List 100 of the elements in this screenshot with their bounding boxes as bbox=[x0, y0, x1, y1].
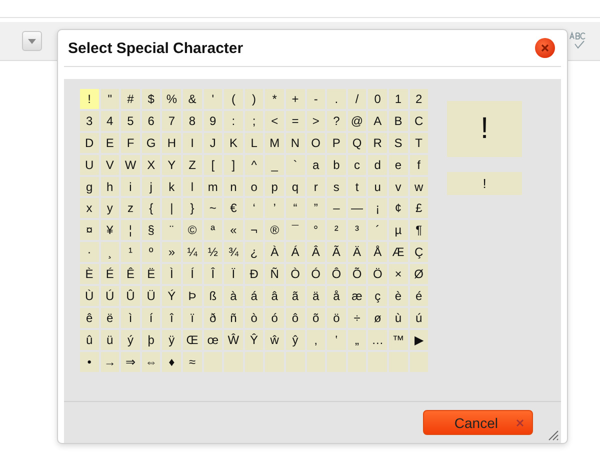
character-cell[interactable]: O bbox=[306, 132, 326, 153]
character-cell[interactable]: 7 bbox=[162, 110, 181, 131]
character-cell[interactable]: u bbox=[368, 176, 387, 196]
character-cell[interactable]: ! bbox=[80, 89, 99, 109]
character-cell[interactable]: + bbox=[286, 89, 305, 109]
character-cell[interactable]: w bbox=[410, 176, 428, 196]
character-cell[interactable]: T bbox=[410, 132, 428, 153]
character-cell[interactable]: ¼ bbox=[182, 242, 202, 262]
character-cell[interactable]: „ bbox=[348, 330, 366, 350]
character-cell[interactable]: « bbox=[224, 220, 243, 240]
character-cell[interactable]: Å bbox=[368, 242, 387, 262]
character-cell[interactable]: b bbox=[327, 154, 346, 175]
character-cell[interactable]: ó bbox=[265, 308, 284, 328]
character-cell[interactable]: Ŷ bbox=[244, 330, 264, 350]
character-cell[interactable]: Ŵ bbox=[224, 330, 243, 350]
character-cell[interactable]: ² bbox=[327, 220, 346, 240]
character-cell[interactable]: j bbox=[142, 176, 160, 196]
character-cell[interactable]: Ú bbox=[100, 286, 120, 306]
character-cell[interactable]: * bbox=[265, 89, 284, 109]
character-cell[interactable]: g bbox=[80, 176, 99, 196]
character-cell[interactable]: µ bbox=[388, 220, 408, 240]
character-cell[interactable]: î bbox=[162, 308, 181, 328]
character-cell[interactable]: ý bbox=[121, 330, 140, 350]
character-cell[interactable]: 2 bbox=[410, 89, 428, 109]
character-cell[interactable]: c bbox=[348, 154, 366, 175]
character-cell[interactable]: Â bbox=[306, 242, 326, 262]
character-cell[interactable]: ` bbox=[286, 154, 305, 175]
character-cell[interactable]: ¹ bbox=[121, 242, 140, 262]
character-cell[interactable]: û bbox=[80, 330, 99, 350]
character-cell[interactable]: ò bbox=[244, 308, 264, 328]
character-cell[interactable]: ø bbox=[368, 308, 387, 328]
character-cell[interactable]: } bbox=[182, 198, 202, 218]
character-cell[interactable]: — bbox=[348, 198, 366, 218]
character-cell[interactable]: … bbox=[368, 330, 387, 350]
character-cell[interactable]: Ë bbox=[142, 264, 160, 284]
character-cell[interactable]: ŵ bbox=[265, 330, 284, 350]
character-cell[interactable]: – bbox=[327, 198, 346, 218]
character-cell[interactable]: ¢ bbox=[388, 198, 408, 218]
character-cell[interactable]: Ó bbox=[306, 264, 326, 284]
character-cell[interactable]: 8 bbox=[182, 110, 202, 131]
character-cell[interactable]: Œ bbox=[182, 330, 202, 350]
character-cell[interactable]: z bbox=[121, 198, 140, 218]
character-cell[interactable]: ¾ bbox=[224, 242, 243, 262]
character-cell[interactable]: ½ bbox=[204, 242, 222, 262]
character-cell[interactable]: Þ bbox=[182, 286, 202, 306]
character-cell[interactable]: [ bbox=[204, 154, 222, 175]
character-cell[interactable]: ” bbox=[306, 198, 326, 218]
character-cell[interactable]: “ bbox=[286, 198, 305, 218]
character-cell[interactable]: P bbox=[327, 132, 346, 153]
character-cell[interactable]: è bbox=[388, 286, 408, 306]
character-cell[interactable]: V bbox=[100, 154, 120, 175]
character-cell[interactable]: Ò bbox=[286, 264, 305, 284]
character-cell[interactable]: - bbox=[306, 89, 326, 109]
character-cell[interactable]: R bbox=[368, 132, 387, 153]
character-cell[interactable]: ¦ bbox=[121, 220, 140, 240]
character-cell[interactable]: 3 bbox=[80, 110, 99, 131]
character-cell[interactable]: § bbox=[142, 220, 160, 240]
character-cell[interactable]: 4 bbox=[100, 110, 120, 131]
character-cell[interactable]: l bbox=[182, 176, 202, 196]
character-cell[interactable]: D bbox=[80, 132, 99, 153]
character-cell[interactable]: Ê bbox=[121, 264, 140, 284]
character-cell[interactable]: € bbox=[224, 198, 243, 218]
character-cell[interactable]: ç bbox=[368, 286, 387, 306]
character-cell[interactable]: ö bbox=[327, 308, 346, 328]
character-cell[interactable]: L bbox=[244, 132, 264, 153]
character-cell[interactable]: ( bbox=[224, 89, 243, 109]
character-cell[interactable]: ¯ bbox=[286, 220, 305, 240]
character-cell[interactable]: Z bbox=[182, 154, 202, 175]
character-cell[interactable]: œ bbox=[204, 330, 222, 350]
character-cell[interactable]: ê bbox=[80, 308, 99, 328]
character-cell[interactable]: a bbox=[306, 154, 326, 175]
character-cell[interactable]: G bbox=[142, 132, 160, 153]
character-cell[interactable]: Ð bbox=[244, 264, 264, 284]
character-cell[interactable]: ¥ bbox=[100, 220, 120, 240]
character-cell[interactable]: F bbox=[121, 132, 140, 153]
dropdown-button[interactable] bbox=[22, 31, 42, 51]
character-cell[interactable]: " bbox=[100, 89, 120, 109]
spellcheck-icon[interactable] bbox=[568, 31, 588, 51]
character-cell[interactable]: ³ bbox=[348, 220, 366, 240]
character-cell[interactable]: B bbox=[388, 110, 408, 131]
character-cell[interactable]: ° bbox=[306, 220, 326, 240]
character-cell[interactable]: ‚ bbox=[306, 330, 326, 350]
character-cell[interactable]: W bbox=[121, 154, 140, 175]
character-cell[interactable]: Õ bbox=[348, 264, 366, 284]
character-cell[interactable]: S bbox=[388, 132, 408, 153]
character-cell[interactable]: Y bbox=[162, 154, 181, 175]
character-cell[interactable]: í bbox=[142, 308, 160, 328]
character-cell[interactable]: i bbox=[121, 176, 140, 196]
character-cell[interactable]: ‘ bbox=[244, 198, 264, 218]
character-cell[interactable]: ⇒ bbox=[121, 352, 140, 372]
character-cell[interactable]: ´ bbox=[368, 220, 387, 240]
character-cell[interactable]: Í bbox=[182, 264, 202, 284]
character-cell[interactable]: Ï bbox=[224, 264, 243, 284]
character-cell[interactable]: Ì bbox=[162, 264, 181, 284]
character-cell[interactable]: → bbox=[100, 352, 120, 372]
character-cell[interactable]: õ bbox=[306, 308, 326, 328]
character-cell[interactable]: ñ bbox=[224, 308, 243, 328]
character-cell[interactable]: ÷ bbox=[348, 308, 366, 328]
character-cell[interactable]: 6 bbox=[142, 110, 160, 131]
character-cell[interactable]: È bbox=[80, 264, 99, 284]
